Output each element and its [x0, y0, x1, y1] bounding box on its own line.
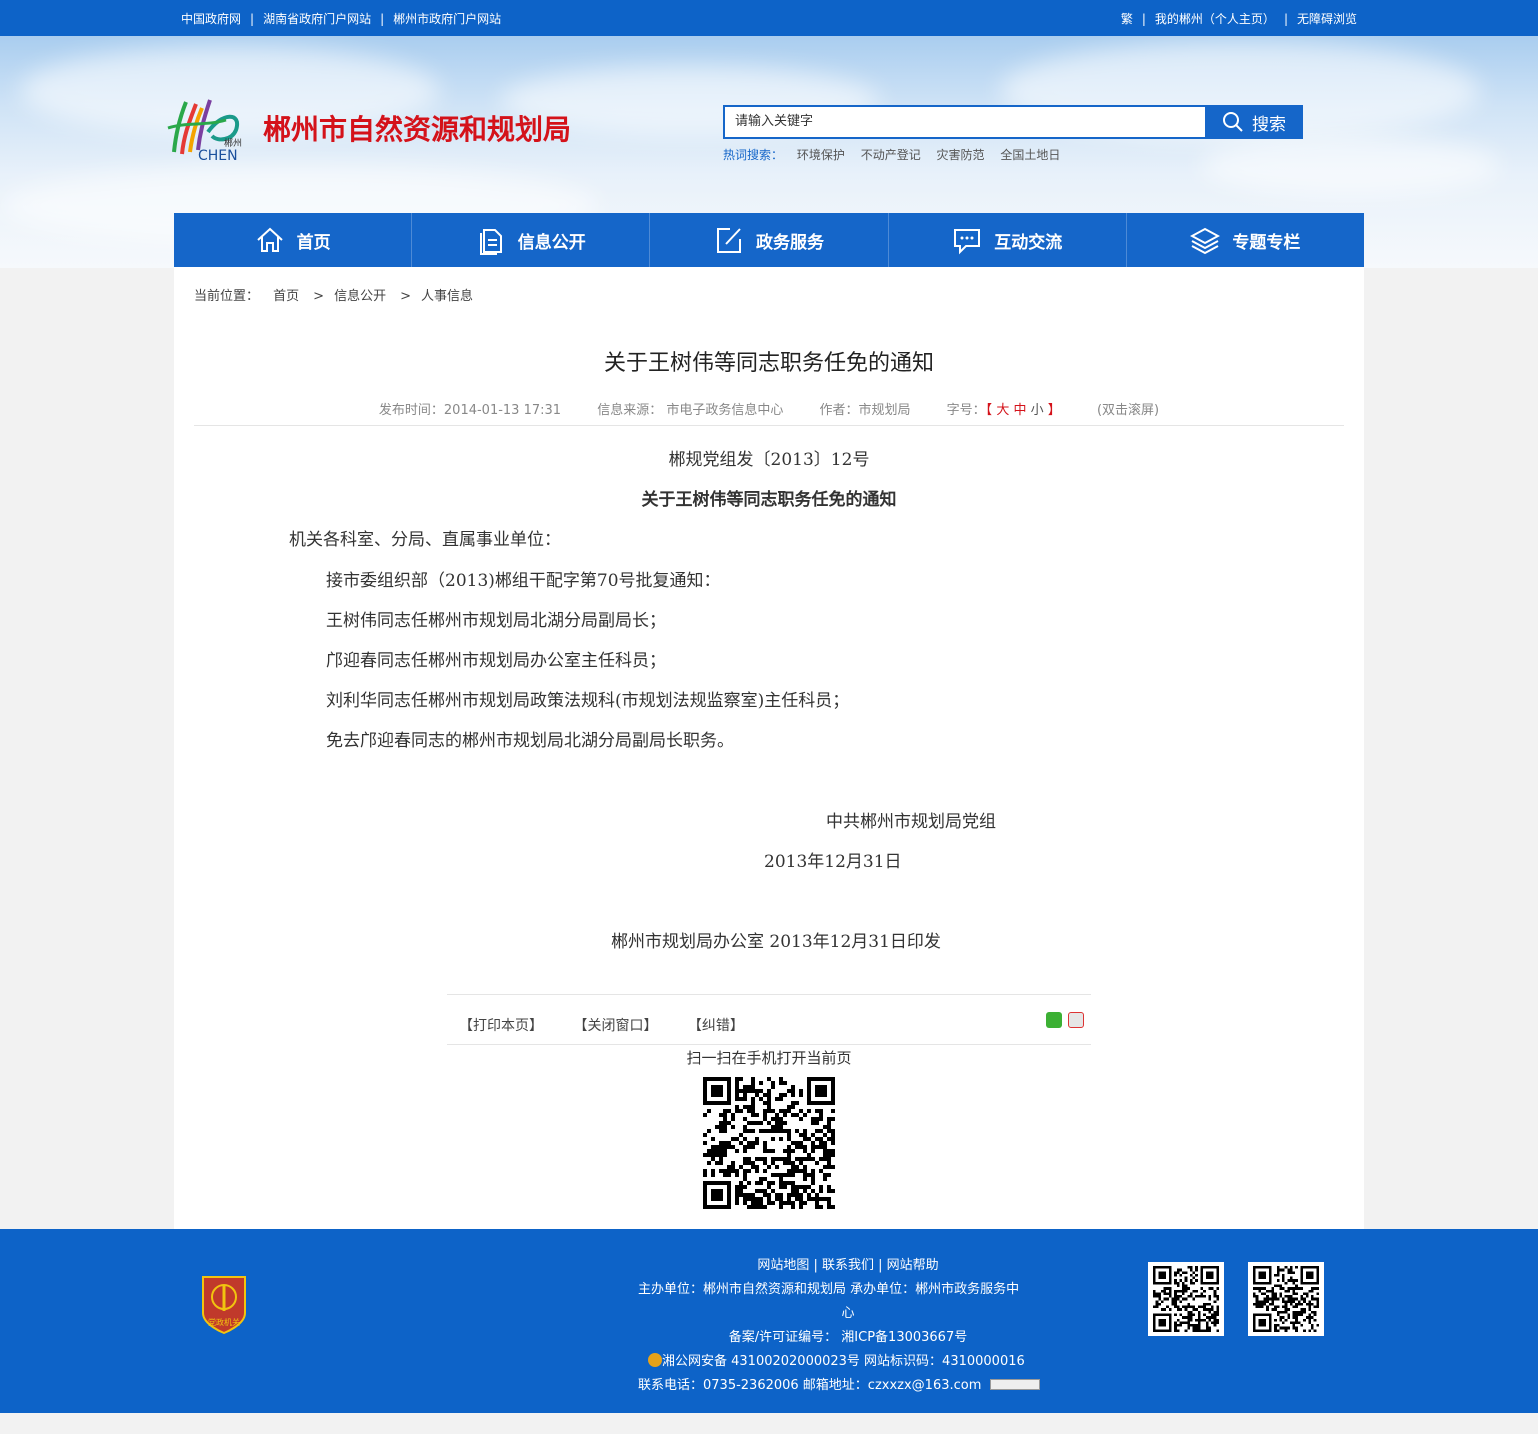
layers-icon: [1190, 227, 1221, 255]
article-meta: 发布时间：2014-01-13 17:31 信息来源： 市电子政务信息中心 作者…: [174, 399, 1364, 418]
search-button-label: 搜索: [1252, 114, 1286, 135]
nav-item-interact[interactable]: 互动交流: [889, 213, 1127, 267]
hot-keyword[interactable]: 环境保护: [797, 148, 845, 162]
doc-salutation: 机关各科室、分局、直属事业单位：: [289, 530, 561, 550]
author: 作者：市规划局: [819, 403, 911, 418]
doc-number: 郴规党组发〔2013〕12号: [668, 450, 870, 470]
edit-icon: [717, 228, 741, 253]
font-big-button[interactable]: 大: [996, 403, 1009, 418]
footer-bottom-strip: [0, 1413, 1538, 1434]
doc-paragraph: 王树伟同志任郴州市规划局北湖分局副局长；: [326, 611, 666, 631]
nav-label: 政务服务: [756, 232, 824, 253]
weibo-icon[interactable]: [1068, 1012, 1084, 1028]
breadcrumb-personnel[interactable]: 人事信息: [421, 289, 473, 304]
info-source: 信息来源： 市电子政务信息中心: [597, 403, 784, 418]
wechat-icon[interactable]: [1046, 1012, 1062, 1028]
document-icon: [479, 229, 502, 255]
site-title: 郴州市自然资源和规划局: [263, 113, 572, 146]
nav-item-home[interactable]: 首页: [174, 213, 413, 267]
search-input[interactable]: 请输入关键字: [723, 105, 1205, 139]
tools-divider-top: [447, 994, 1091, 995]
hot-search: 热词搜索： 环境保护 不动产登记 灾害防范 全国土地日: [723, 146, 1072, 163]
footer-host-cont: 心: [841, 1306, 855, 1321]
print-button[interactable]: 【打印本页】: [459, 1018, 543, 1034]
my-chenzhou-link[interactable]: 我的郴州（个人主页）: [1155, 12, 1275, 26]
top-bar: 中国政府网 | 湖南省政府门户网站 | 郴州市政府门户网站 繁 | 我的郴州（个人主页） | 无…: [0, 0, 1538, 36]
breadcrumb-label: 当前位置：: [194, 289, 260, 304]
font-size-control: 字号：【 大 中 小 】: [946, 403, 1061, 418]
nav-label: 专题专栏: [1232, 232, 1301, 253]
logo-chen-text: CHEN: [198, 148, 238, 164]
hot-keyword[interactable]: 不动产登记: [861, 148, 921, 162]
nav-label: 首页: [296, 232, 331, 253]
party-gov-badge[interactable]: 党政机关: [199, 1273, 249, 1335]
tools-divider-bottom: [447, 1044, 1091, 1045]
footer-police-text: 湘公网安备 43100202000023号 网站标识码：4310000016: [662, 1354, 1025, 1369]
share-buttons: [1046, 1012, 1084, 1028]
doc-paragraph: 刘利华同志任郴州市规划局政策法规科(市规划法规监察室)主任科员；: [326, 691, 850, 711]
footer-qr-wechat: [1248, 1262, 1324, 1336]
nav-item-info[interactable]: 信息公开: [412, 213, 651, 267]
doc-paragraph: 邝迎春同志任郴州市规划局办公室主任科员；: [326, 651, 666, 671]
breadcrumb-info[interactable]: 信息公开: [334, 289, 386, 304]
cnzz-icon[interactable]: [989, 1379, 1040, 1390]
footer-police[interactable]: 湘公网安备 43100202000023号 网站标识码：4310000016: [648, 1350, 1025, 1369]
search-icon: [1223, 112, 1243, 132]
main-nav: 首页 信息公开 政务服务 互动交流 专题专栏: [174, 213, 1364, 267]
doc-paragraph: 免去邝迎春同志的郴州市规划局北湖分局副局长职务。: [326, 731, 734, 751]
scan-text: 扫一扫在手机打开当前页: [686, 1049, 852, 1067]
site-footer: 党政机关 网站地图 | 联系我们 | 网站帮助 主办单位：郴州市自然资源和规划局…: [0, 1229, 1538, 1434]
top-left-links: 中国政府网 | 湖南省政府门户网站 | 郴州市政府门户网站: [181, 11, 502, 26]
search-box: 请输入关键字 搜索: [723, 105, 1303, 139]
chat-icon: [954, 229, 981, 255]
article-tools: 【打印本页】 【关闭窗口】 【纠错】: [459, 1015, 770, 1035]
nav-item-service[interactable]: 政务服务: [650, 213, 889, 267]
font-small-button[interactable]: 小: [1031, 403, 1044, 418]
doc-title: 关于王树伟等同志职务任免的通知: [641, 490, 897, 510]
search-button[interactable]: 搜索: [1205, 105, 1303, 139]
footer-host: 主办单位：郴州市自然资源和规划局 承办单位：郴州市政务服务中: [638, 1282, 1020, 1297]
link-hunan-gov[interactable]: 湖南省政府门户网站: [263, 12, 371, 26]
footer-icp[interactable]: 备案/许可证编号： 湘ICP备13003667号: [638, 1326, 1058, 1345]
footer-contact-text: 联系电话：0735-2362006 邮箱地址：czxxzx@163.com: [638, 1378, 982, 1393]
badge-label: 党政机关: [208, 1317, 240, 1327]
close-window-button[interactable]: 【关闭窗口】: [573, 1018, 657, 1034]
traditional-chinese-link[interactable]: 繁: [1121, 12, 1133, 26]
footer-contact: 联系电话：0735-2362006 邮箱地址：czxxzx@163.com: [638, 1374, 1040, 1393]
top-right-links: 繁 | 我的郴州（个人主页） | 无障碍浏览: [1120, 11, 1357, 26]
correct-error-button[interactable]: 【纠错】: [688, 1018, 744, 1034]
site-logo[interactable]: 郴州 CHEN: [166, 92, 250, 164]
publish-time: 发布时间：2014-01-13 17:31: [378, 403, 562, 418]
hot-keyword[interactable]: 全国土地日: [1000, 148, 1060, 162]
link-gov-cn[interactable]: 中国政府网: [181, 12, 241, 26]
footer-links[interactable]: 网站地图 | 联系我们 | 网站帮助: [638, 1254, 1058, 1273]
nav-label: 互动交流: [994, 232, 1063, 253]
article-title: 关于王树伟等同志职务任免的通知: [603, 351, 934, 376]
accessibility-link[interactable]: 无障碍浏览: [1297, 12, 1357, 26]
doc-issued: 郴州市规划局办公室 2013年12月31日印发: [611, 932, 941, 952]
home-icon: [256, 227, 283, 252]
nav-item-topics[interactable]: 专题专栏: [1127, 213, 1364, 267]
font-mid-button[interactable]: 中: [1013, 403, 1026, 418]
breadcrumb: 当前位置： 首页 > 信息公开 > 人事信息: [194, 289, 474, 304]
main-content: 当前位置： 首页 > 信息公开 > 人事信息 关于王树伟等同志职务任免的通知 发布时间：…: [174, 267, 1364, 1229]
doc-signature: 中共郴州市规划局党组: [826, 812, 996, 832]
footer-qr-weibo: [1148, 1262, 1224, 1336]
doc-date: 2013年12月31日: [764, 852, 902, 872]
police-badge-icon: [648, 1353, 662, 1367]
double-click-scroll[interactable]: (双击滚屏): [1097, 403, 1159, 418]
doc-paragraph: 接市委组织部（2013)郴组干配字第70号批复通知：: [326, 571, 721, 591]
breadcrumb-home[interactable]: 首页: [273, 289, 299, 304]
page-qr-code: [703, 1077, 835, 1209]
hot-keyword[interactable]: 灾害防范: [937, 148, 985, 162]
nav-label: 信息公开: [517, 232, 586, 253]
title-divider: [194, 425, 1344, 426]
link-chenzhou-gov[interactable]: 郴州市政府门户网站: [393, 12, 501, 26]
hot-search-label: 热词搜索：: [723, 148, 784, 162]
